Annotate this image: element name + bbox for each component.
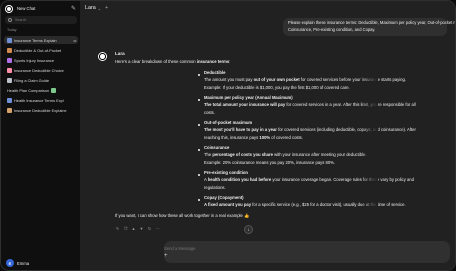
attach-plus-icon[interactable]: +	[164, 253, 168, 259]
assistant-avatar-icon	[98, 52, 107, 61]
term-definition-cont: reaching this, insurance pays 100% of co…	[204, 135, 303, 140]
avatar: E	[6, 259, 14, 267]
money-icon	[51, 87, 57, 93]
bullet	[198, 99, 200, 101]
piggy-bank-icon	[7, 67, 12, 73]
more-options-icon[interactable]: ⋯	[155, 226, 160, 231]
message-actions: ✎ ❐ ▲ ▼ ↻ ⋯	[115, 226, 160, 231]
message-composer: +	[164, 241, 450, 263]
runner-icon	[7, 47, 12, 53]
user-message-line: Please explain these insurance terms: De…	[288, 20, 456, 25]
chat-item-label: Health Insurance Terms Expl	[14, 97, 64, 103]
assistant-name: Lara	[115, 51, 125, 56]
document-icon	[7, 37, 12, 43]
chat-item-label: Insurance Deductible Explaine	[14, 107, 67, 113]
more-options-icon[interactable]: •••	[73, 38, 76, 43]
sidebar-search[interactable]	[5, 16, 77, 24]
chat-item[interactable]: Sports Injury Insurance	[4, 56, 78, 64]
app-logo-icon	[5, 4, 13, 13]
model-selector[interactable]: Lara	[85, 5, 96, 11]
chat-item-active[interactable]: Insurance Terms Explain •••	[4, 36, 78, 44]
chevron-down-icon[interactable]: ⌄	[98, 6, 101, 11]
edit-icon[interactable]: ✎	[115, 226, 120, 231]
term-example: Example: 20% coinsurance means you pay 2…	[204, 160, 336, 165]
term-title: Copay (Copayment)	[204, 195, 244, 200]
bullet	[198, 174, 200, 176]
clipboard-icon	[7, 77, 12, 83]
section-label-today: Today	[7, 28, 17, 32]
document-icon	[7, 97, 12, 103]
edit-icon[interactable]: ✎	[71, 6, 77, 12]
house-icon	[7, 107, 12, 113]
chat-item[interactable]: Insurance Deductible Explaine	[4, 106, 78, 114]
chat-item-label: Health Plan Comparison	[7, 87, 50, 93]
overflow-fade	[361, 71, 378, 211]
chat-item[interactable]: Filing a Claim Guide	[4, 76, 78, 84]
search-input[interactable]	[15, 18, 75, 22]
user-profile[interactable]: E Emma	[6, 259, 29, 267]
chat-item[interactable]: Deductible & Out-of-Pocket	[4, 46, 78, 54]
intro-text: Here's a clear breakdown of these common…	[115, 59, 231, 64]
term-title: Deductible	[204, 70, 226, 75]
chat-item-label: Filing a Claim Guide	[14, 77, 50, 83]
plus-icon[interactable]: +	[105, 5, 108, 11]
bullet	[198, 74, 200, 76]
term-definition: The total amount your insurance will pay…	[204, 102, 416, 107]
term-definition: The most you'll have to pay in a year fo…	[204, 127, 416, 132]
term-title: Out-of-pocket maximum	[204, 120, 253, 125]
search-icon	[8, 18, 12, 22]
sidebar: New Chat ✎ Today Insurance Terms Explain…	[1, 1, 80, 270]
user-message-bubble: Please explain these insurance terms: De…	[283, 18, 456, 36]
bullet	[198, 124, 200, 126]
term-definition: A health condition you had before your i…	[204, 177, 414, 182]
term-title: Pre-existing condition	[204, 170, 248, 175]
top-bar: Lara ⌄ +	[80, 1, 455, 15]
chat-item[interactable]: Health Insurance Terms Expl	[4, 96, 78, 104]
chat-item[interactable]: Insurance Deductible Choice	[4, 66, 78, 74]
chat-item-label: Deductible & Out-of-Pocket	[14, 47, 62, 53]
term-definition: The percentage of costs you share with y…	[204, 152, 367, 157]
user-message-line: Coinsurance, Pre-existing condition, and…	[288, 26, 376, 32]
chat-item-label: Sports Injury Insurance	[14, 57, 55, 63]
app-window: New Chat ✎ Today Insurance Terms Explain…	[0, 0, 456, 271]
term-definition-cont: costs.	[204, 110, 215, 115]
closing-text: If you want, I can show how these all wo…	[115, 213, 250, 218]
bullet	[198, 149, 200, 151]
chat-item[interactable]: Health Plan Comparison	[4, 86, 78, 94]
new-chat-label[interactable]: New Chat	[17, 6, 71, 11]
message-input[interactable]	[164, 244, 364, 252]
chat-item-label: Insurance Deductible Choice	[14, 67, 64, 73]
chat-item-label: Insurance Terms Explain	[14, 37, 57, 43]
term-title: Coinsurance	[204, 145, 230, 150]
term-title: Maximum per policy year (Annual Maximum)	[204, 95, 293, 100]
sidebar-header: New Chat ✎	[5, 4, 77, 13]
user-name: Emma	[17, 260, 30, 266]
copy-icon[interactable]: ❐	[123, 226, 128, 231]
medical-icon	[7, 57, 12, 63]
bullet	[198, 199, 200, 201]
regenerate-icon[interactable]: ↻	[147, 226, 152, 231]
scroll-down-button[interactable]: ↓	[244, 225, 253, 234]
term-definition-cont: regulations.	[204, 185, 226, 190]
thumbs-down-icon[interactable]: ▼	[139, 226, 144, 231]
term-example: Example: If your deductible is $1,000, y…	[204, 85, 350, 90]
thumbs-up-icon[interactable]: ▲	[131, 226, 136, 231]
